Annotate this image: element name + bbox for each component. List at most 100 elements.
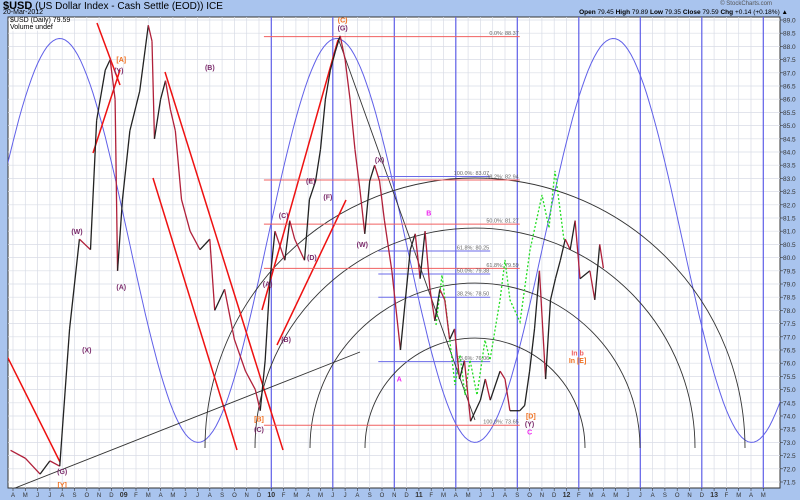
y-tick-label: 85.5 — [783, 110, 796, 117]
x-tick-label: M — [23, 493, 28, 499]
y-tick-label: 85.0 — [783, 123, 796, 130]
x-tick-label: N — [245, 493, 249, 499]
x-tick-label: M — [761, 493, 766, 499]
x-tick-label: S — [220, 493, 224, 499]
x-tick-label: J — [48, 493, 51, 499]
x-tick-label: A — [454, 493, 458, 499]
x-tick-label: D — [109, 493, 114, 499]
fib-label: 100.0%: 83.07 — [454, 171, 489, 177]
y-tick-label: 78.5 — [783, 295, 796, 302]
y-tick-label: 74.0 — [783, 414, 796, 421]
y-tick-label: 81.0 — [783, 229, 796, 236]
x-tick-label: A — [651, 493, 655, 499]
y-tick-label: 87.0 — [783, 70, 796, 77]
wave-label: (Y) — [114, 68, 123, 75]
y-tick-label: 71.5 — [783, 480, 796, 487]
x-tick-label: F — [429, 493, 433, 499]
wave-label: (B) — [205, 65, 215, 72]
x-tick-label: 11 — [415, 492, 423, 499]
y-tick-label: 72.5 — [783, 453, 796, 460]
x-tick-label: D — [700, 493, 705, 499]
x-tick-label: S — [515, 493, 519, 499]
y-tick-label: 83.0 — [783, 176, 796, 183]
x-tick-label: O — [84, 493, 89, 499]
y-tick-label: 84.0 — [783, 150, 796, 157]
wave-label: In b — [571, 350, 583, 357]
wave-label: (C) — [338, 18, 348, 25]
x-tick-label: J — [36, 493, 39, 499]
y-tick-label: 75.5 — [783, 374, 796, 381]
x-tick-label: F — [134, 493, 138, 499]
wave-label: (X) — [82, 348, 91, 355]
wave-label: (C) — [254, 427, 264, 434]
x-tick-label: M — [613, 493, 618, 499]
price-chart: 0.0%: 88.37 100.0%: 83.0738.2%: 82.94 50.0… — [7, 16, 796, 499]
x-tick-label: J — [639, 493, 642, 499]
x-tick-label: A — [306, 493, 310, 499]
y-tick-label: 76.5 — [783, 348, 796, 355]
wave-label: A — [397, 377, 402, 384]
x-tick-label: 12 — [563, 492, 571, 499]
x-tick-label: N — [687, 493, 691, 499]
wave-label: (X) — [375, 158, 384, 165]
x-tick-label: A — [60, 493, 64, 499]
wave-label: (G) — [338, 26, 348, 33]
wave-label: (G) — [57, 469, 67, 476]
x-tick-label: F — [282, 493, 286, 499]
x-tick-label: N — [540, 493, 544, 499]
fib-label: 61.8%: 79.59 — [486, 263, 518, 269]
y-tick-label: 76.0 — [783, 361, 796, 368]
y-tick-label: 80.0 — [783, 255, 796, 262]
x-tick-label: J — [479, 493, 482, 499]
y-tick-label: 79.0 — [783, 282, 796, 289]
x-tick-label: N — [97, 493, 101, 499]
legend-volume: Volume undef — [10, 24, 53, 31]
y-tick-label: 86.5 — [783, 84, 796, 91]
wave-label: (F) — [323, 195, 332, 202]
fib-label: 38.2%: 78.50 — [457, 292, 489, 298]
wave-label: C — [527, 429, 532, 436]
fib-label: 23.6%: 76.06 — [457, 356, 489, 362]
y-tick-label: 73.5 — [783, 427, 796, 434]
wave-label: (Y) — [525, 422, 534, 429]
x-tick-label: A — [749, 493, 753, 499]
x-tick-label: 09 — [120, 492, 128, 499]
wave-label: [D] — [526, 414, 536, 421]
y-tick-label: 83.5 — [783, 163, 796, 170]
y-tick-label: 75.0 — [783, 387, 796, 394]
x-tick-label: 13 — [710, 492, 718, 499]
wave-label: (B) — [281, 337, 291, 344]
x-tick-label: O — [675, 493, 680, 499]
x-tick-label: A — [159, 493, 163, 499]
x-tick-label: N — [392, 493, 396, 499]
y-tick-label: 89.0 — [783, 18, 796, 25]
fib-label: 50.0%: 79.38 — [457, 268, 489, 274]
y-tick-label: 82.5 — [783, 189, 796, 196]
x-tick-label: M — [589, 493, 594, 499]
x-tick-label: S — [72, 493, 76, 499]
x-tick-label: A — [503, 493, 507, 499]
y-tick-label: 72.0 — [783, 466, 796, 473]
x-tick-label: M — [318, 493, 323, 499]
y-tick-label: 79.5 — [783, 268, 796, 275]
y-tick-label: 73.0 — [783, 440, 796, 447]
wave-label: [A] — [116, 57, 126, 64]
x-tick-label: D — [552, 493, 557, 499]
x-tick-label: O — [232, 493, 237, 499]
wave-label: (E) — [306, 179, 315, 186]
x-tick-label: A — [601, 493, 605, 499]
x-tick-label: D — [404, 493, 409, 499]
y-tick-label: 86.0 — [783, 97, 796, 104]
x-tick-label: A — [208, 493, 212, 499]
y-tick-label: 78.0 — [783, 308, 796, 315]
wave-label: [B] — [254, 416, 264, 423]
x-tick-label: F — [577, 493, 581, 499]
x-tick-label: J — [627, 493, 630, 499]
y-tick-label: 88.0 — [783, 44, 796, 51]
y-tick-label: 82.0 — [783, 202, 796, 209]
x-tick-label: S — [663, 493, 667, 499]
wave-label: (W) — [357, 242, 368, 249]
x-tick-label: M — [146, 493, 151, 499]
x-tick-label: A — [355, 493, 359, 499]
wave-label: B — [426, 210, 431, 217]
